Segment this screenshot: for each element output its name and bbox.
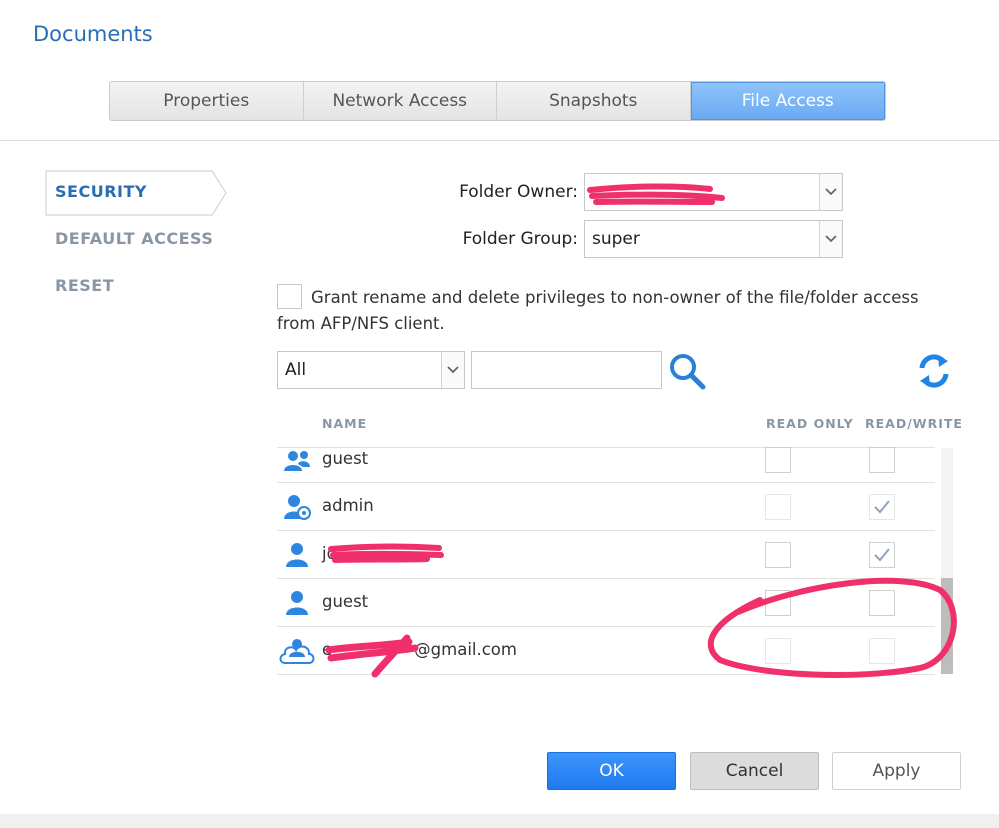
checkmark-icon [874, 500, 890, 514]
user-icon [286, 591, 308, 615]
column-header-read-write: READ/WRITE [865, 416, 963, 431]
checkmark-icon [874, 548, 890, 562]
tab-properties[interactable]: Properties [110, 82, 304, 120]
user-email-suffix: @gmail.com [414, 640, 517, 659]
tab-bar: Properties Network Access Snapshots File… [109, 81, 886, 121]
ok-button[interactable]: OK [547, 752, 676, 790]
column-header-read-only: READ ONLY [766, 416, 854, 431]
read-only-checkbox[interactable] [765, 590, 791, 616]
tab-snapshots[interactable]: Snapshots [497, 82, 691, 120]
folder-owner-label: Folder Owner: [459, 182, 578, 202]
filter-select[interactable]: All [277, 351, 465, 389]
chevron-down-icon [819, 174, 842, 210]
column-header-name: NAME [322, 416, 368, 431]
read-only-checkbox[interactable] [765, 542, 791, 568]
table-row[interactable]: guest [277, 436, 935, 483]
read-only-checkbox[interactable] [765, 447, 791, 473]
folder-group-label: Folder Group: [462, 229, 578, 249]
read-only-checkbox[interactable] [765, 638, 791, 664]
table-row[interactable]: admin [277, 483, 935, 531]
tab-network-access[interactable]: Network Access [304, 82, 497, 120]
folder-group-value: super [592, 229, 640, 249]
tab-file-access[interactable]: File Access [690, 82, 885, 120]
folder-group-select[interactable]: super [584, 220, 843, 258]
read-write-checkbox[interactable] [869, 590, 895, 616]
redaction-scribble [587, 183, 725, 205]
user-name: guest [322, 449, 369, 468]
user-icon [286, 543, 308, 567]
table-row[interactable]: guest [277, 579, 935, 627]
user-name: guest [322, 592, 369, 611]
read-write-checkbox[interactable] [869, 638, 895, 664]
user-group-icon [284, 451, 310, 471]
read-only-checkbox[interactable] [765, 494, 791, 520]
redaction-scribble [325, 634, 419, 678]
cancel-button[interactable]: Cancel [690, 752, 819, 790]
refresh-icon[interactable] [916, 352, 952, 390]
sidebar-item-security[interactable]: SECURITY [45, 170, 227, 216]
bottom-edge [0, 814, 999, 828]
grant-privileges-text: Grant rename and delete privileges to no… [277, 285, 957, 337]
read-write-checkbox[interactable] [869, 494, 895, 520]
admin-user-icon [284, 495, 311, 520]
window-title: Documents [33, 22, 153, 46]
table-scrollbar-thumb[interactable] [941, 578, 953, 674]
search-input[interactable] [471, 351, 662, 389]
read-write-checkbox[interactable] [869, 447, 895, 473]
sidebar-item-reset[interactable]: RESET [55, 276, 114, 295]
apply-button[interactable]: Apply [832, 752, 961, 790]
header-divider [0, 140, 999, 141]
user-name: admin [322, 496, 374, 515]
sidebar-item-label: SECURITY [55, 182, 147, 201]
cloud-user-icon [279, 639, 315, 664]
read-write-checkbox[interactable] [869, 542, 895, 568]
search-icon[interactable] [668, 352, 708, 392]
chevron-down-icon [819, 221, 842, 257]
grant-privileges-label: Grant rename and delete privileges to no… [277, 288, 919, 333]
redaction-scribble [328, 543, 444, 563]
sidebar-item-default-access[interactable]: DEFAULT ACCESS [55, 229, 213, 248]
filter-value: All [285, 360, 307, 380]
chevron-down-icon [441, 352, 464, 388]
annotation-circle [707, 577, 957, 678]
